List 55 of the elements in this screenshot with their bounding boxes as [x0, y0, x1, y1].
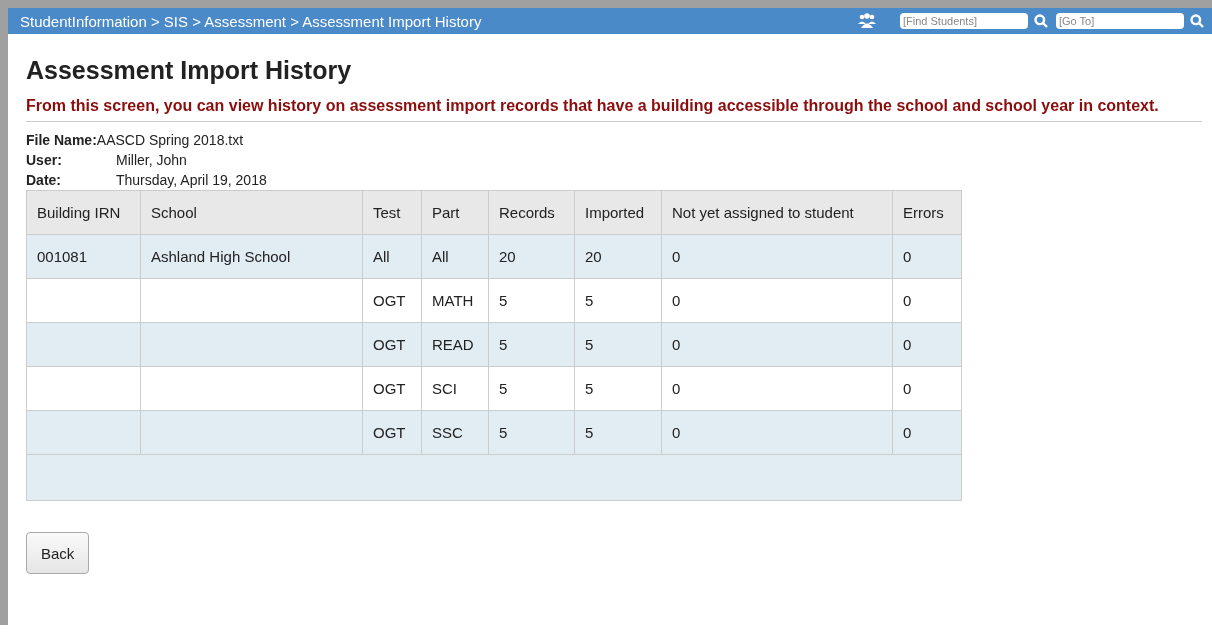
- table-cell: OGT: [362, 278, 422, 323]
- table-cell: 5: [574, 322, 662, 367]
- table-cell: 0: [892, 410, 962, 455]
- table-cell: 0: [661, 278, 893, 323]
- table-cell: 5: [574, 366, 662, 411]
- table-cell: Ashland High School: [140, 234, 363, 279]
- table-cell: MATH: [421, 278, 489, 323]
- table-cell: 001081: [26, 234, 141, 279]
- find-students-field[interactable]: [Find Students]: [900, 13, 1028, 29]
- back-button[interactable]: Back: [26, 532, 90, 574]
- table-cell: 5: [574, 278, 662, 323]
- table-cell: SSC: [421, 410, 489, 455]
- table-cell: 0: [661, 366, 893, 411]
- column-header: Records: [488, 190, 575, 235]
- table-cell: 5: [488, 410, 575, 455]
- table-cell: OGT: [362, 366, 422, 411]
- people-icon[interactable]: [858, 13, 876, 29]
- breadcrumb: StudentInformation > SIS > Assessment > Assessment Import History: [20, 12, 483, 30]
- page-title: Assessment Import History: [26, 56, 353, 85]
- search-icon[interactable]: [1190, 14, 1204, 28]
- column-header: Imported: [574, 190, 662, 235]
- table-cell: 5: [488, 278, 575, 323]
- description: From this screen, you can view history on assessment import records that have a building accessible through the school and school year in context.: [26, 95, 1202, 122]
- table-cell: 0: [892, 278, 962, 323]
- column-header: School: [140, 190, 363, 235]
- column-header: Test: [362, 190, 422, 235]
- detail-value: AASCD Spring 2018.txt: [96, 132, 244, 148]
- table-cell: 5: [488, 366, 575, 411]
- detail-label: Date:: [26, 172, 62, 188]
- column-header: Building IRN: [26, 190, 141, 235]
- table-cell: OGT: [362, 322, 422, 367]
- table-cell: 0: [661, 322, 893, 367]
- table-cell: 20: [574, 234, 662, 279]
- detail-value: Miller, John: [116, 152, 187, 168]
- table-cell: 20: [488, 234, 575, 279]
- detail-label: File Name:: [26, 132, 97, 148]
- table-cell: READ: [421, 322, 489, 367]
- table-cell: SCI: [421, 366, 489, 411]
- column-header: Not yet assigned to student: [661, 190, 893, 235]
- column-header: Errors: [892, 190, 962, 235]
- table-cell: All: [362, 234, 422, 279]
- search-icon[interactable]: [1034, 14, 1048, 28]
- table-cell: 5: [488, 322, 575, 367]
- table-cell: OGT: [362, 410, 422, 455]
- detail-value: Thursday, April 19, 2018: [116, 172, 267, 188]
- table-cell: 0: [661, 410, 893, 455]
- table-cell: 0: [892, 234, 962, 279]
- table-cell: 0: [661, 234, 893, 279]
- column-header: Part: [421, 190, 489, 235]
- table-cell: 0: [892, 366, 962, 411]
- go-to-field[interactable]: [Go To]: [1056, 13, 1184, 29]
- detail-label: User:: [26, 152, 63, 168]
- table-cell: All: [421, 234, 489, 279]
- table-cell: 0: [892, 322, 962, 367]
- table-cell: 5: [574, 410, 662, 455]
